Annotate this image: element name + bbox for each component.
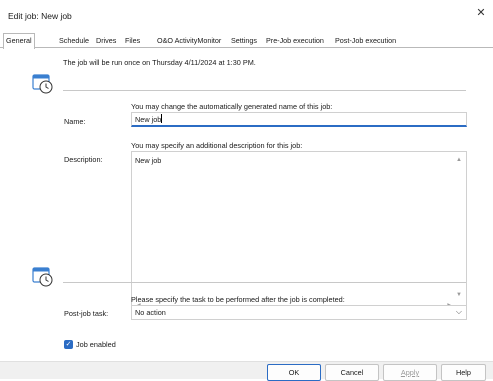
description-value: New job <box>135 156 162 165</box>
apply-label: Apply <box>400 368 420 377</box>
run-info-text: The job will be run once on Thursday 4/1… <box>63 58 256 67</box>
text-caret <box>161 114 163 123</box>
post-task-value: No action <box>135 308 166 317</box>
apply-button[interactable]: Apply <box>383 364 437 381</box>
calendar-clock-icon <box>32 74 53 94</box>
job-enabled-label[interactable]: Job enabled <box>76 340 116 349</box>
section-divider <box>63 282 466 283</box>
tab-general[interactable]: General <box>3 33 35 49</box>
name-value: New job <box>135 115 162 124</box>
footer-divider <box>0 361 493 362</box>
general-panel: The job will be run once on Thursday 4/1… <box>0 48 493 361</box>
scroll-down-icon[interactable]: ▼ <box>456 292 462 298</box>
help-button[interactable]: Help <box>441 364 486 381</box>
cancel-button[interactable]: Cancel <box>325 364 379 381</box>
post-task-hint: Please specify the task to be performed … <box>131 295 345 304</box>
section-divider <box>63 90 466 91</box>
chevron-down-icon: ⌵ <box>455 307 462 316</box>
job-enabled-checkbox[interactable]: ✓ <box>64 340 73 349</box>
post-task-label: Post-job task: <box>64 309 109 318</box>
calendar-clock-icon <box>32 267 53 287</box>
title-bar: Edit job: New job ✕ <box>0 0 493 32</box>
description-label: Description: <box>64 155 103 164</box>
scroll-up-icon[interactable]: ▲ <box>456 157 462 163</box>
description-textarea[interactable]: New job ▲ ▼ ◀ ▶ <box>131 151 467 311</box>
description-hint: You may specify an additional descriptio… <box>131 141 303 150</box>
name-hint: You may change the automatically generat… <box>131 102 333 111</box>
name-input[interactable]: New job <box>131 112 467 127</box>
window-title: Edit job: New job <box>8 11 72 21</box>
name-label: Name: <box>64 117 86 126</box>
ok-button[interactable]: OK <box>267 364 321 381</box>
close-icon: ✕ <box>476 6 486 19</box>
edit-job-dialog: Edit job: New job ✕ General Schedule Dri… <box>0 0 493 381</box>
tab-strip: General Schedule Drives Files O&O Activi… <box>0 32 493 49</box>
post-task-select[interactable]: No action ⌵ <box>131 305 467 320</box>
close-button[interactable]: ✕ <box>469 0 493 24</box>
